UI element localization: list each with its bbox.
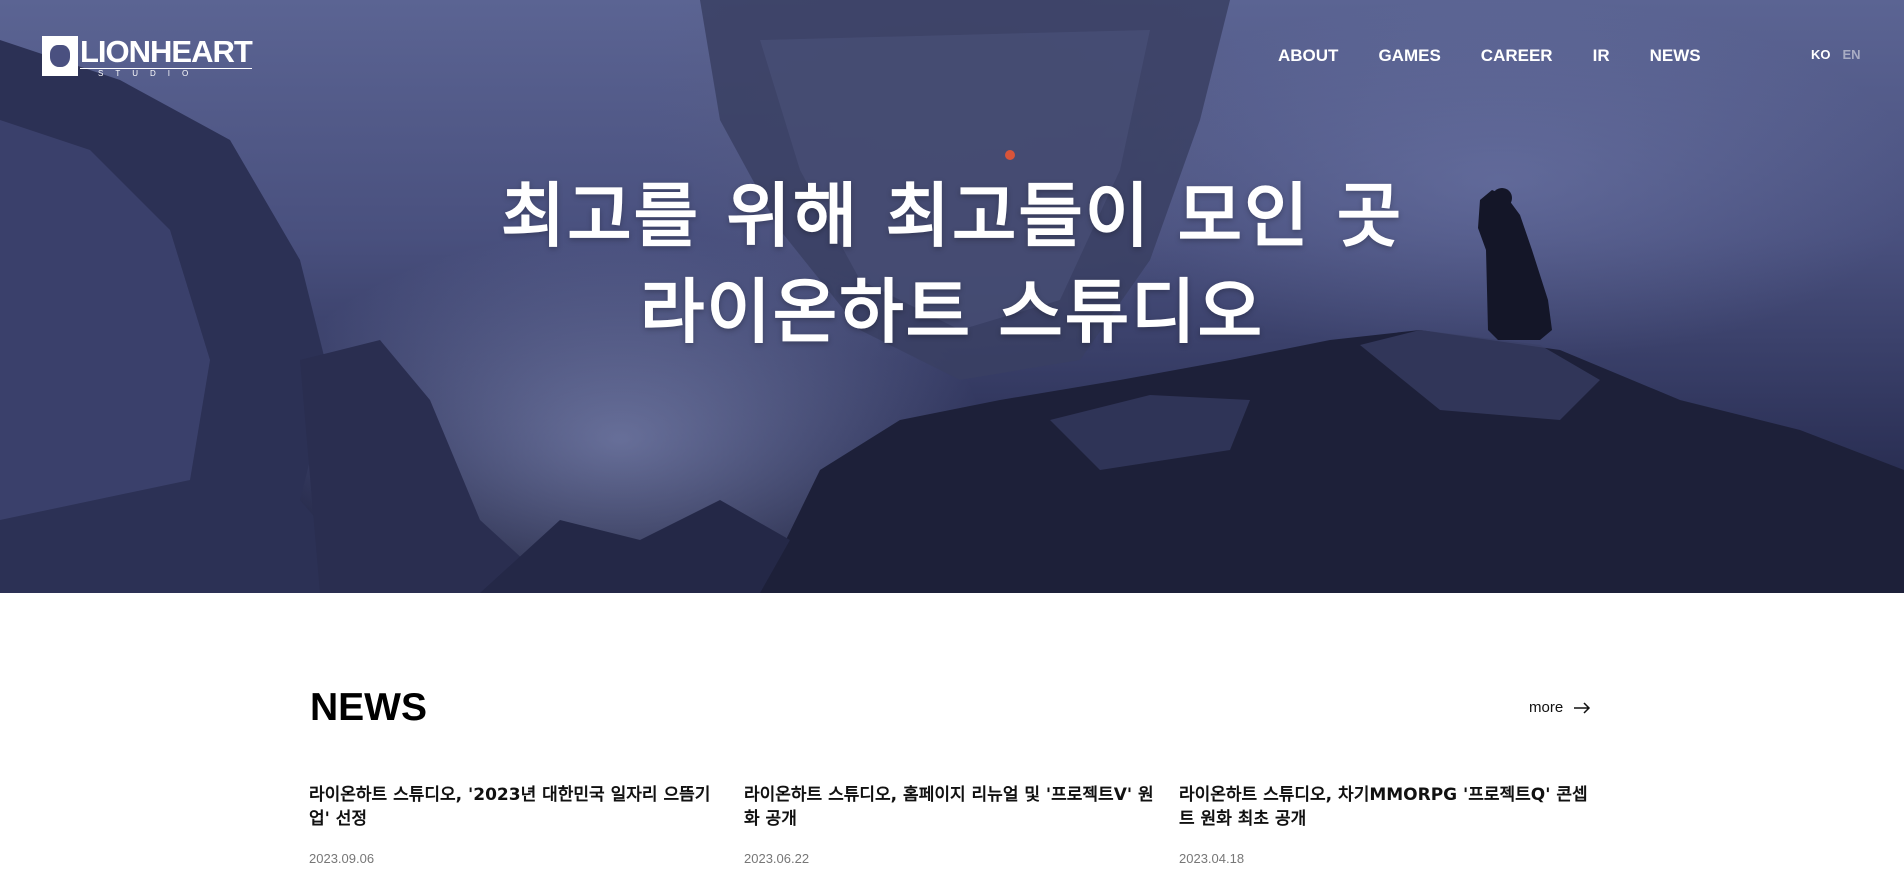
- lang-ko[interactable]: KO: [1811, 47, 1831, 62]
- arrow-right-icon: [1574, 701, 1591, 714]
- news-item[interactable]: 라이온하트 스튜디오, '2023년 대한민국 일자리 으뜸기업' 선정 202…: [309, 783, 725, 866]
- nav-ir[interactable]: IR: [1593, 46, 1610, 66]
- hero-banner: LIONHEART STUDIO ABOUT GAMES CAREER IR N…: [0, 0, 1904, 593]
- main-nav: ABOUT GAMES CAREER IR NEWS: [1278, 46, 1741, 66]
- nav-career[interactable]: CAREER: [1481, 46, 1553, 66]
- nav-games[interactable]: GAMES: [1378, 46, 1440, 66]
- news-item-date: 2023.06.22: [744, 851, 810, 866]
- news-item[interactable]: 라이온하트 스튜디오, 차기MMORPG '프로젝트Q' 콘셉트 원화 최초 공…: [1179, 783, 1595, 866]
- logo-subtitle: STUDIO: [80, 68, 252, 78]
- hero-headline-line1: 최고를 위해 최고들이 모인 곳: [500, 175, 1404, 257]
- language-switcher: KO EN: [1811, 47, 1861, 62]
- news-item-title: 라이온하트 스튜디오, 차기MMORPG '프로젝트Q' 콘셉트 원화 최초 공…: [1179, 785, 1588, 829]
- more-label: more: [1529, 699, 1564, 716]
- news-section-title: NEWS: [310, 686, 427, 729]
- news-item-date: 2023.09.06: [309, 851, 375, 866]
- lion-icon: [42, 36, 78, 76]
- nav-news[interactable]: NEWS: [1650, 46, 1701, 66]
- hero-headline-line2: 라이온하트 스튜디오: [640, 271, 1264, 353]
- nav-about[interactable]: ABOUT: [1278, 46, 1338, 66]
- news-item-date: 2023.04.18: [1179, 851, 1245, 866]
- lang-en[interactable]: EN: [1843, 47, 1861, 62]
- news-item-title: 라이온하트 스튜디오, '2023년 대한민국 일자리 으뜸기업' 선정: [309, 785, 711, 829]
- lionheart-logo[interactable]: LIONHEART STUDIO: [42, 34, 253, 78]
- news-item[interactable]: 라이온하트 스튜디오, 홈페이지 리뉴얼 및 '프로젝트V' 원화 공개 202…: [744, 783, 1160, 866]
- logo-wordmark: LIONHEART: [80, 34, 253, 69]
- news-more-link[interactable]: more: [1529, 699, 1591, 716]
- news-item-title: 라이온하트 스튜디오, 홈페이지 리뉴얼 및 '프로젝트V' 원화 공개: [744, 785, 1154, 829]
